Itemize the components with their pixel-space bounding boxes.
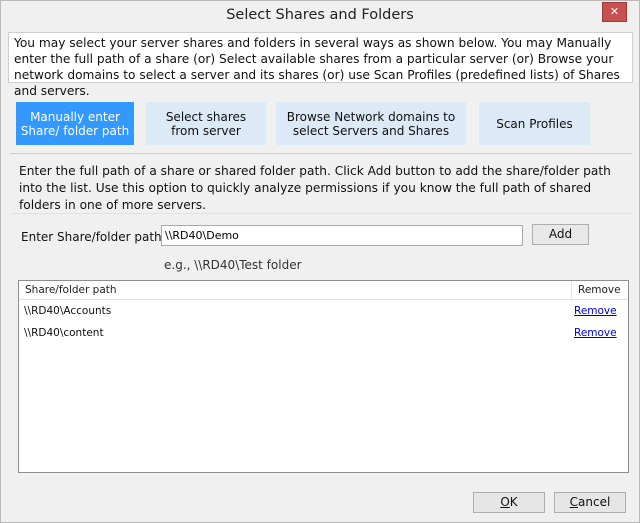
window-title: Select Shares and Folders [226,7,414,23]
column-header-remove[interactable]: Remove [571,281,628,300]
manual-entry-description: Enter the full path of a share or shared… [19,164,611,212]
row-path: \\RD40\content [24,327,104,339]
column-header-path[interactable]: Share/folder path [25,284,117,296]
row-path: \\RD40\Accounts [24,305,112,317]
path-example-hint: e.g., \\RD40\Test folder [164,258,302,272]
tab-manual-entry[interactable]: Manually enter Share/ folder path [16,102,134,145]
share-path-list[interactable]: Share/folder path Remove \\RD40\Accounts… [18,280,629,473]
table-row[interactable]: \\RD40\content Remove [19,324,628,344]
divider [10,153,632,154]
remove-link[interactable]: Remove [574,327,617,339]
share-path-input[interactable]: \\RD40\Demo [161,225,523,246]
ok-access-key: O [500,495,510,509]
divider [10,213,632,214]
cancel-button[interactable]: Cancel [554,492,626,513]
close-icon: ✕ [609,5,620,18]
close-button[interactable]: ✕ [602,2,627,22]
title-bar: Select Shares and Folders ✕ [1,1,639,32]
add-button[interactable]: Add [532,224,589,245]
list-header: Share/folder path Remove [19,281,628,300]
tab-scan-profiles[interactable]: Scan Profiles [479,102,590,145]
remove-link[interactable]: Remove [574,305,617,317]
ok-label-rest: K [509,495,518,509]
tab-select-from-server[interactable]: Select shares from server [146,102,266,145]
selection-method-tabs: Manually enter Share/ folder path Select… [10,97,632,152]
cancel-label-rest: ancel [578,495,611,509]
table-row[interactable]: \\RD40\Accounts Remove [19,302,628,322]
share-path-label: Enter Share/folder path: [21,230,166,244]
select-shares-dialog: Select Shares and Folders ✕ You may sele… [0,0,640,523]
ok-button[interactable]: OK [473,492,545,513]
tab-browse-network-domains[interactable]: Browse Network domains to select Servers… [276,102,466,145]
cancel-access-key: C [569,495,579,509]
intro-text: You may select your server shares and fo… [8,32,633,98]
